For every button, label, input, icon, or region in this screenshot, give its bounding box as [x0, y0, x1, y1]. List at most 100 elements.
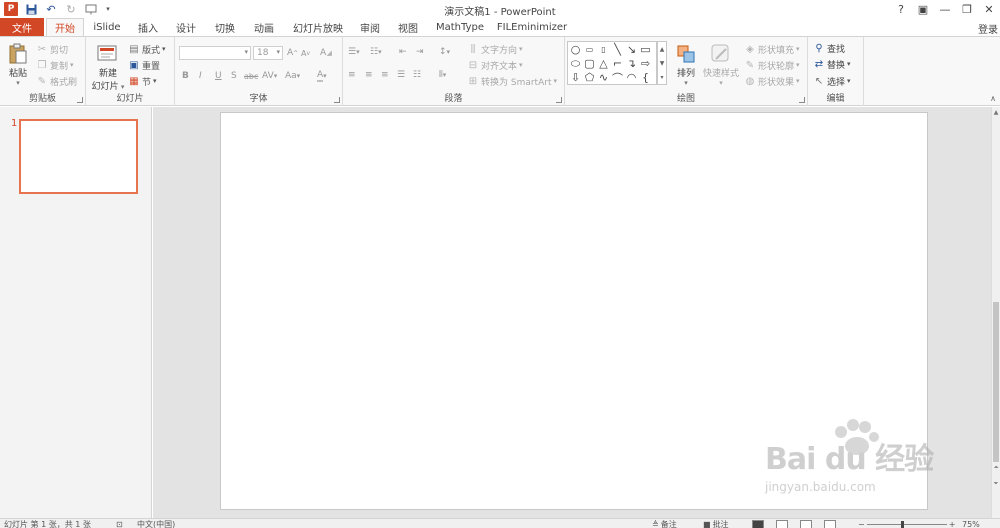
next-slide-icon[interactable]: ⏷	[992, 480, 1000, 488]
tab-home[interactable]: 开始	[46, 18, 84, 37]
freeform-shape-icon[interactable]: ∿	[597, 71, 610, 84]
distributed-button[interactable]: ☷	[413, 68, 421, 82]
language-status[interactable]: 中文(中国)	[137, 519, 175, 528]
tab-view[interactable]: 视图	[393, 18, 423, 37]
justify-button[interactable]: ☰	[397, 68, 405, 82]
pentagon-shape-icon[interactable]: ⬠	[583, 71, 596, 84]
sign-in-link[interactable]: 登录	[978, 21, 998, 36]
font-name-dropdown[interactable]: ▾	[179, 46, 251, 60]
reading-view-icon[interactable]	[800, 519, 812, 528]
decrease-indent-button[interactable]: ⇤	[399, 45, 407, 59]
scrollbar-thumb[interactable]	[993, 302, 999, 462]
help-icon[interactable]: ?	[890, 0, 912, 18]
italic-button[interactable]: I	[199, 69, 202, 83]
clear-formatting-button[interactable]: A ◢	[320, 46, 332, 60]
arrow-line-shape-icon[interactable]: ↘	[625, 43, 638, 56]
drawing-launcher-icon[interactable]	[799, 97, 805, 103]
shapes-gallery-scroll[interactable]: ▲ ▼ ▾	[657, 41, 667, 85]
bullets-button[interactable]: ☰ ▾	[348, 45, 360, 59]
align-center-button[interactable]: ≡	[365, 68, 373, 82]
quick-styles-button[interactable]: 快速样式 ▾	[702, 42, 740, 87]
zoom-thumb[interactable]	[900, 520, 904, 528]
tab-review[interactable]: 审阅	[355, 18, 385, 37]
copy-button[interactable]: ❐ 复制 ▾	[36, 58, 74, 72]
vertical-textbox-shape-icon[interactable]: ▯	[597, 43, 610, 56]
line-spacing-button[interactable]: ↕ ▾	[439, 45, 450, 59]
new-slide-button[interactable]: 新建 幻灯片 ▾	[90, 42, 126, 92]
select-button[interactable]: ↖ 选择 ▾	[813, 74, 851, 88]
align-left-button[interactable]: ≡	[348, 68, 356, 82]
tab-file[interactable]: 文件	[0, 18, 44, 37]
slideshow-view-icon[interactable]	[824, 519, 836, 528]
zoom-level[interactable]: 75%	[962, 519, 980, 528]
minimize-icon[interactable]: —	[934, 0, 956, 18]
zoom-slider[interactable]: − +	[858, 519, 955, 528]
clipboard-launcher-icon[interactable]	[77, 97, 83, 103]
shape-outline-button[interactable]: ✎ 形状轮廓 ▾	[744, 58, 800, 72]
arrange-button[interactable]: 排列 ▾	[674, 42, 698, 87]
tab-transitions[interactable]: 切换	[209, 18, 241, 37]
rectangle-shape-icon[interactable]: ▭	[639, 43, 652, 56]
rounded-rect-shape-icon[interactable]: ▢	[583, 57, 596, 70]
notes-button[interactable]: ≜ 备注	[652, 519, 677, 528]
tab-mathtype[interactable]: MathType	[433, 18, 487, 37]
find-button[interactable]: ⚲ 查找	[813, 41, 845, 55]
right-arrow-shape-icon[interactable]: ⇨	[639, 57, 652, 70]
zoom-track[interactable]	[866, 520, 947, 528]
spellcheck-icon[interactable]: ⊡	[116, 519, 123, 528]
curve-shape-icon[interactable]: ⌒	[611, 71, 624, 85]
underline-button[interactable]: U	[215, 69, 222, 83]
restore-icon[interactable]: ❐	[956, 0, 978, 18]
paste-button[interactable]: 粘贴 ▾	[5, 42, 31, 87]
zoom-in-icon[interactable]: +	[949, 520, 956, 528]
change-case-button[interactable]: Aa ▾	[285, 69, 300, 83]
shape-effects-button[interactable]: ◍ 形状效果 ▾	[744, 74, 800, 88]
grow-font-button[interactable]: A ^	[287, 46, 298, 60]
collapse-ribbon-icon[interactable]: ∧	[990, 94, 996, 103]
prev-slide-icon[interactable]: ⏶	[992, 464, 1000, 472]
comments-button[interactable]: ■ 批注	[703, 519, 729, 528]
down-arrow-shape-icon[interactable]: ⇩	[569, 71, 582, 84]
slide-sorter-view-icon[interactable]	[776, 519, 788, 528]
tab-fileminimizer[interactable]: FILEminimizer	[497, 18, 567, 37]
convert-to-smartart-button[interactable]: ⊞ 转换为 SmartArt ▾	[467, 74, 557, 88]
strikethrough-button[interactable]: abc	[244, 69, 258, 83]
vertical-scrollbar[interactable]: ▲ ⏶ ⏷	[991, 107, 1000, 518]
layout-button[interactable]: ▤ 版式 ▾	[128, 42, 165, 56]
shadow-button[interactable]: S	[231, 69, 237, 83]
format-painter-button[interactable]: ✎ 格式刷	[36, 74, 77, 88]
elbow-connector-shape-icon[interactable]: ⌐	[611, 57, 624, 70]
shape-fill-button[interactable]: ◈ 形状填充 ▾	[744, 42, 799, 56]
triangle-shape-icon[interactable]: △	[597, 57, 610, 70]
increase-indent-button[interactable]: ⇥	[416, 45, 424, 59]
arc-shape-icon[interactable]: ◠	[625, 71, 638, 84]
normal-view-icon[interactable]	[752, 519, 764, 528]
section-button[interactable]: ▦ 节 ▾	[128, 74, 156, 88]
font-size-dropdown[interactable]: 18 ▾	[253, 46, 283, 60]
ribbon-display-options-icon[interactable]: ▣	[912, 0, 934, 18]
shrink-font-button[interactable]: Av	[301, 46, 310, 60]
tab-design[interactable]: 设计	[170, 18, 202, 37]
zoom-out-icon[interactable]: −	[858, 520, 865, 528]
textbox-shape-icon[interactable]: ▭	[583, 43, 596, 56]
columns-button[interactable]: ⫴ ▾	[439, 68, 446, 82]
close-icon[interactable]: ✕	[978, 0, 1000, 18]
tab-insert[interactable]: 插入	[132, 18, 164, 37]
bold-button[interactable]: B	[182, 69, 189, 83]
numbering-button[interactable]: ☷ ▾	[370, 45, 382, 59]
slide-thumbnail[interactable]	[19, 119, 138, 194]
line-shape-icon[interactable]: ╲	[611, 43, 624, 56]
cut-button[interactable]: ✂ 剪切	[36, 42, 68, 56]
align-right-button[interactable]: ≡	[381, 68, 389, 82]
gallery-more-icon[interactable]: ▾	[660, 74, 663, 81]
elbow-arrow-shape-icon[interactable]: ↴	[625, 57, 638, 70]
reset-button[interactable]: ▣ 重置	[128, 58, 160, 72]
scroll-up-icon[interactable]: ▲	[992, 109, 1000, 116]
font-launcher-icon[interactable]	[334, 97, 340, 103]
gallery-up-icon[interactable]: ▲	[660, 46, 665, 53]
text-direction-button[interactable]: ⫼ 文字方向 ▾	[467, 42, 523, 56]
tab-islide[interactable]: iSlide	[88, 18, 126, 37]
ellipse-shape-icon[interactable]: ⬭	[569, 57, 582, 70]
tab-animations[interactable]: 动画	[248, 18, 280, 37]
tab-slideshow[interactable]: 幻灯片放映	[290, 18, 346, 37]
